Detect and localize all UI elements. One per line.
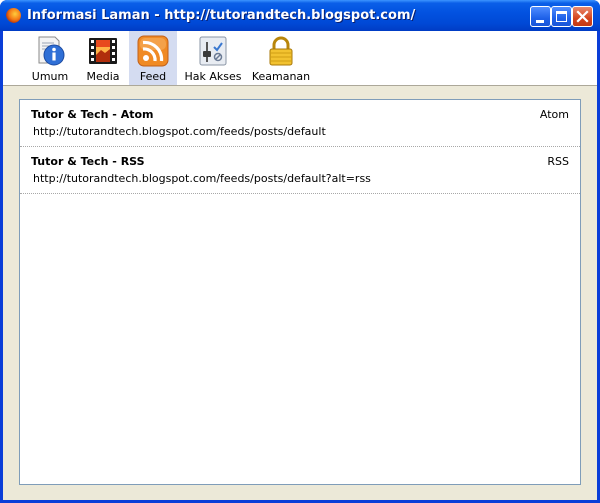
tab-media-label: Media	[86, 70, 120, 83]
tab-media[interactable]: Media	[77, 31, 129, 85]
film-icon	[89, 38, 117, 64]
window-title: Informasi Laman - http://tutorandtech.bl…	[27, 8, 416, 23]
tab-security-label: Keamanan	[251, 70, 311, 83]
tab-general-label: Umum	[31, 70, 69, 83]
info-icon	[38, 36, 65, 66]
feed-url: http://tutorandtech.blogspot.com/feeds/p…	[33, 172, 371, 185]
close-icon	[576, 10, 589, 23]
maximize-button[interactable]	[551, 6, 572, 27]
section-toolbar: Umum Media Feed Hak Akses Keamanan	[3, 31, 597, 86]
minimize-button[interactable]	[530, 6, 551, 27]
page-info-window: Informasi Laman - http://tutorandtech.bl…	[0, 0, 600, 503]
tab-permissions-label: Hak Akses	[184, 70, 242, 83]
tab-general[interactable]: Umum	[23, 31, 77, 85]
rss-icon	[137, 35, 169, 67]
dialog-body: Umum Media Feed Hak Akses Keamanan Tutor…	[3, 31, 597, 500]
permissions-icon	[199, 36, 227, 66]
feed-list[interactable]: Tutor & Tech - Atom Atom http://tutorand…	[19, 99, 581, 485]
tab-security[interactable]: Keamanan	[247, 31, 315, 85]
tab-feed[interactable]: Feed	[129, 31, 177, 85]
tab-feed-label: Feed	[139, 70, 167, 83]
minimize-icon	[536, 20, 544, 23]
lock-icon	[269, 36, 293, 66]
feed-title: Tutor & Tech - Atom	[31, 108, 154, 121]
firefox-icon	[6, 8, 21, 23]
feed-list-item[interactable]: Tutor & Tech - Atom Atom http://tutorand…	[20, 100, 580, 147]
feed-url: http://tutorandtech.blogspot.com/feeds/p…	[33, 125, 326, 138]
feed-type: Atom	[539, 108, 569, 121]
close-button[interactable]	[572, 6, 593, 27]
maximize-icon	[556, 11, 567, 22]
tab-permissions[interactable]: Hak Akses	[183, 31, 243, 85]
title-bar[interactable]: Informasi Laman - http://tutorandtech.bl…	[0, 0, 600, 31]
feed-title: Tutor & Tech - RSS	[31, 155, 145, 168]
feed-list-item[interactable]: Tutor & Tech - RSS RSS http://tutorandte…	[20, 147, 580, 194]
feed-type: RSS	[547, 155, 569, 168]
